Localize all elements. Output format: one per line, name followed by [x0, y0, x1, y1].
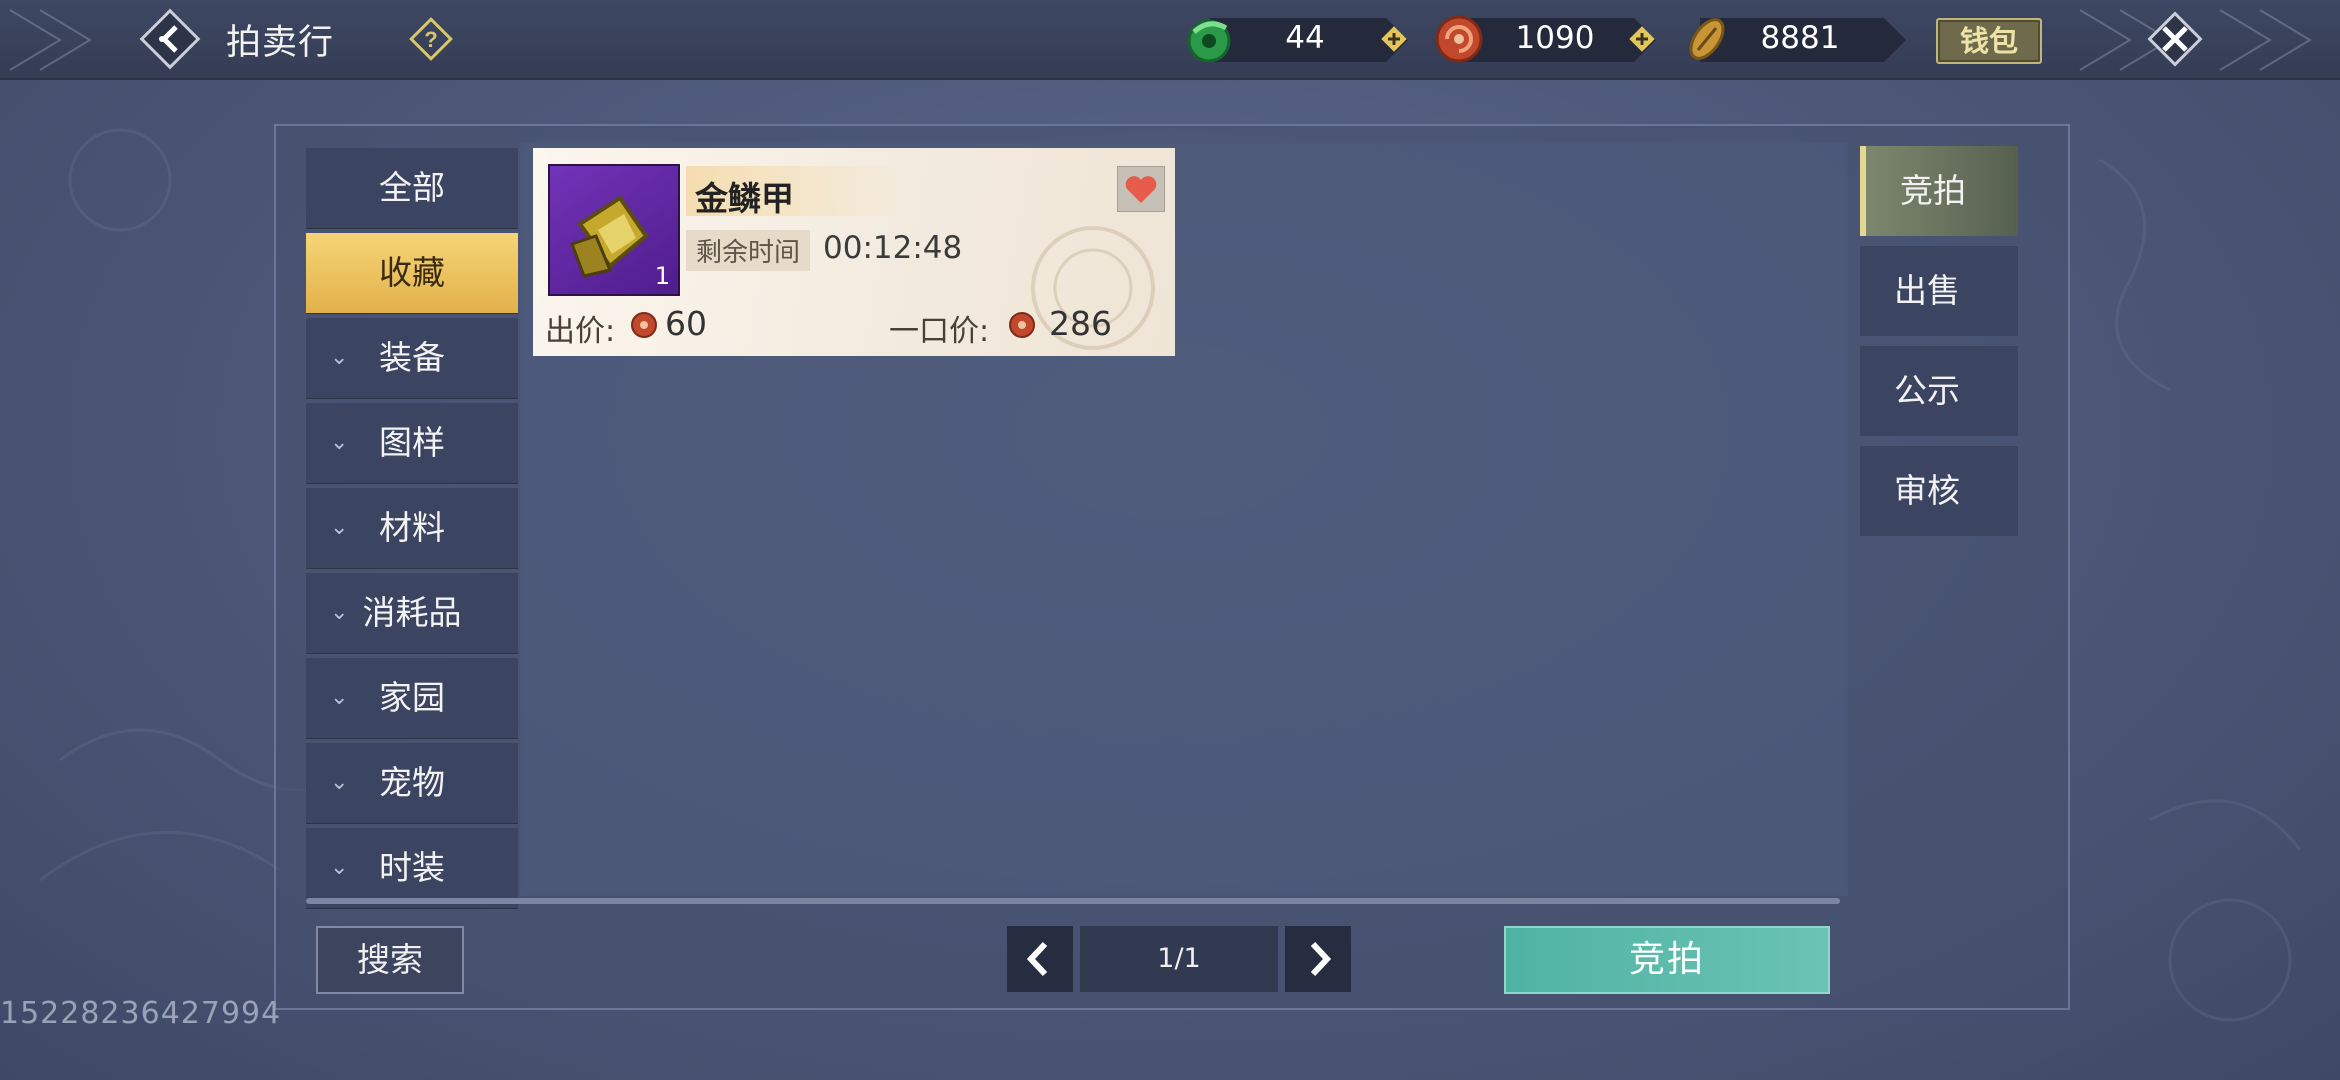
close-icon[interactable] [2140, 4, 2210, 74]
tab-review[interactable]: 审核 [1860, 446, 2018, 536]
bid-button[interactable]: 竞拍 [1504, 926, 1830, 994]
item-count: 1 [654, 262, 670, 290]
category-label: 家园 [379, 678, 445, 717]
listing-card[interactable]: 1 金鳞甲 剩余时间 00:12:48 出价: 60 一口价: 286 [533, 148, 1175, 356]
tab-label: 公示 [1894, 371, 1960, 410]
category-label: 材料 [379, 508, 445, 547]
category-fashion[interactable]: ⌄ 时装 [306, 828, 518, 909]
tab-sell[interactable]: 出售 [1860, 246, 2018, 336]
category-label: 消耗品 [362, 593, 462, 632]
chevron-down-icon: ⌄ [330, 345, 349, 370]
plus-icon[interactable] [1627, 24, 1657, 54]
currency-value: 8881 [1760, 20, 1840, 56]
back-icon[interactable] [138, 7, 202, 71]
tab-public[interactable]: 公示 [1860, 346, 2018, 436]
svg-text:?: ? [424, 27, 437, 52]
tab-label: 竞拍 [1900, 171, 1966, 210]
chevron-down-icon: ⌄ [330, 515, 349, 540]
chevron-down-icon: ⌄ [330, 770, 349, 795]
buyout-price-label: 一口价: [889, 314, 990, 349]
category-label: 收藏 [379, 253, 445, 292]
next-page-button[interactable] [1285, 926, 1351, 992]
scrollbar[interactable] [306, 898, 1840, 904]
category-list: 全部 收藏 ⌄ 装备 ⌄ 图样 ⌄ 材料 ⌄ 消耗品 ⌄ 家园 ⌄ 宠物 ⌄ 时装 [306, 148, 518, 913]
plus-icon[interactable] [1379, 24, 1409, 54]
chevron-down-icon: ⌄ [330, 855, 349, 880]
category-label: 图样 [379, 423, 445, 462]
wallet-button[interactable]: 钱包 [1936, 18, 2042, 64]
copper-coin-icon [1009, 312, 1035, 338]
jade-coin-icon [1187, 19, 1231, 63]
tab-label: 出售 [1894, 271, 1960, 310]
category-patterns[interactable]: ⌄ 图样 [306, 403, 518, 484]
heart-icon [1125, 176, 1157, 203]
category-materials[interactable]: ⌄ 材料 [306, 488, 518, 569]
remaining-time: 00:12:48 [823, 230, 963, 266]
category-home[interactable]: ⌄ 家园 [306, 658, 518, 739]
category-pets[interactable]: ⌄ 宠物 [306, 743, 518, 824]
category-label: 装备 [379, 338, 445, 377]
copper-coin-icon [631, 312, 657, 338]
corner-ornament [9, 9, 92, 71]
corner-ornament [2219, 9, 2312, 71]
chevron-right-icon [1310, 941, 1332, 977]
help-icon[interactable]: ? [408, 16, 454, 62]
tab-label: 审核 [1894, 471, 1960, 510]
category-label: 全部 [379, 168, 445, 207]
item-name: 金鳞甲 [695, 179, 794, 218]
copper-coin-icon [1435, 15, 1483, 63]
bid-price: 60 [665, 304, 707, 343]
category-label: 宠物 [379, 763, 445, 802]
page-title: 拍卖行 [226, 23, 335, 63]
favorite-button[interactable] [1117, 166, 1165, 212]
chevron-down-icon: ⌄ [330, 685, 349, 710]
tab-bid[interactable]: 竞拍 [1860, 146, 2018, 236]
chevron-down-icon: ⌄ [330, 600, 349, 625]
prev-page-button[interactable] [1007, 926, 1073, 992]
search-button[interactable]: 搜索 [316, 926, 464, 994]
category-label: 时装 [379, 848, 445, 887]
chevron-down-icon: ⌄ [330, 430, 349, 455]
player-uid: 15228236427994 [0, 996, 282, 1031]
category-favorites[interactable]: 收藏 [306, 233, 518, 314]
currency-value: 1090 [1515, 20, 1595, 56]
category-consumables[interactable]: ⌄ 消耗品 [306, 573, 518, 654]
currency-value: 44 [1285, 20, 1325, 56]
buyout-price: 286 [1049, 304, 1112, 343]
category-all[interactable]: 全部 [306, 148, 518, 229]
remaining-time-label: 剩余时间 [686, 230, 811, 271]
chevron-left-icon [1026, 941, 1048, 977]
bid-price-label: 出价: [545, 314, 616, 349]
page-indicator: 1/1 [1080, 926, 1278, 992]
item-slot[interactable]: 1 [548, 164, 680, 296]
shell-coin-icon [1689, 18, 1725, 60]
category-equipment[interactable]: ⌄ 装备 [306, 318, 518, 399]
